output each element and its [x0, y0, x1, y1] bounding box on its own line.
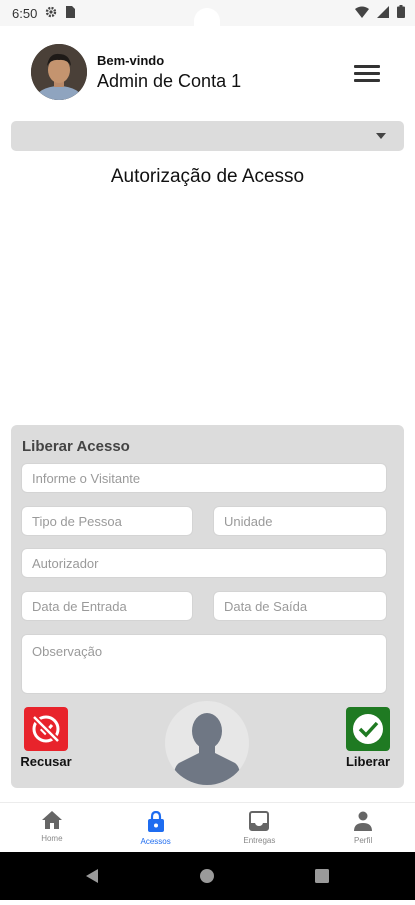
- lock-icon: [147, 811, 164, 832]
- nav-item-home[interactable]: Home: [0, 803, 104, 853]
- gear-icon: [45, 6, 57, 21]
- reject-button[interactable]: Recusar: [17, 707, 75, 769]
- visitor-input[interactable]: Informe o Visitante: [21, 463, 387, 493]
- welcome-text: Bem-vindo: [97, 53, 165, 68]
- avatar[interactable]: [31, 44, 87, 100]
- visitor-photo-placeholder[interactable]: [165, 701, 249, 785]
- menu-line: [354, 65, 380, 68]
- authorizer-input[interactable]: Autorizador: [21, 548, 387, 578]
- inbox-icon: [249, 811, 270, 831]
- nav-item-deliveries[interactable]: Entregas: [208, 803, 312, 853]
- signal-icon: [377, 5, 389, 21]
- recents-icon[interactable]: [315, 869, 329, 883]
- person-type-input[interactable]: Tipo de Pessoa: [21, 506, 193, 536]
- nav-label-access: Acessos: [140, 837, 171, 846]
- user-name: Admin de Conta 1: [97, 71, 242, 91]
- nav-label-deliveries: Entregas: [243, 836, 276, 845]
- check-circle-icon: [346, 707, 390, 751]
- battery-icon: [397, 5, 405, 21]
- page-title: Autorização de Acesso: [110, 166, 305, 187]
- chevron-down-icon: [376, 133, 386, 139]
- bottom-navigation: Home Acessos Entregas Perfil: [0, 802, 415, 853]
- nav-label-home: Home: [41, 834, 63, 843]
- app-header: Bem-vindo Admin de Conta 1: [0, 26, 415, 121]
- notes-textarea[interactable]: Observação: [21, 634, 387, 694]
- approve-label: Liberar: [345, 754, 391, 769]
- release-access-card: Liberar Acesso Informe o Visitante Tipo …: [11, 425, 404, 788]
- exit-date-input[interactable]: Data de Saída: [213, 591, 387, 621]
- person-icon: [354, 811, 373, 831]
- wifi-icon: [355, 6, 369, 21]
- nav-item-profile[interactable]: Perfil: [311, 803, 415, 853]
- home-icon: [41, 811, 62, 829]
- reject-icon: [24, 707, 68, 751]
- sim-card-icon: [65, 5, 76, 21]
- nav-label-profile: Perfil: [354, 836, 373, 845]
- hamburger-menu-icon[interactable]: [352, 62, 382, 84]
- unit-input[interactable]: Unidade: [213, 506, 387, 536]
- approve-button[interactable]: Liberar: [339, 707, 397, 769]
- home-circle-icon[interactable]: [200, 869, 214, 883]
- menu-line: [354, 79, 380, 82]
- system-navigation-bar: [0, 852, 415, 900]
- entry-date-input[interactable]: Data de Entrada: [21, 591, 193, 621]
- nav-item-access[interactable]: Acessos: [104, 803, 208, 853]
- menu-line: [354, 72, 380, 75]
- back-icon[interactable]: [86, 869, 98, 883]
- card-title: Liberar Acesso: [22, 438, 130, 455]
- status-time: 6:50: [12, 5, 38, 21]
- person-silhouette-icon: [173, 713, 241, 785]
- reject-label: Recusar: [20, 754, 72, 769]
- condominium-select[interactable]: [11, 121, 404, 151]
